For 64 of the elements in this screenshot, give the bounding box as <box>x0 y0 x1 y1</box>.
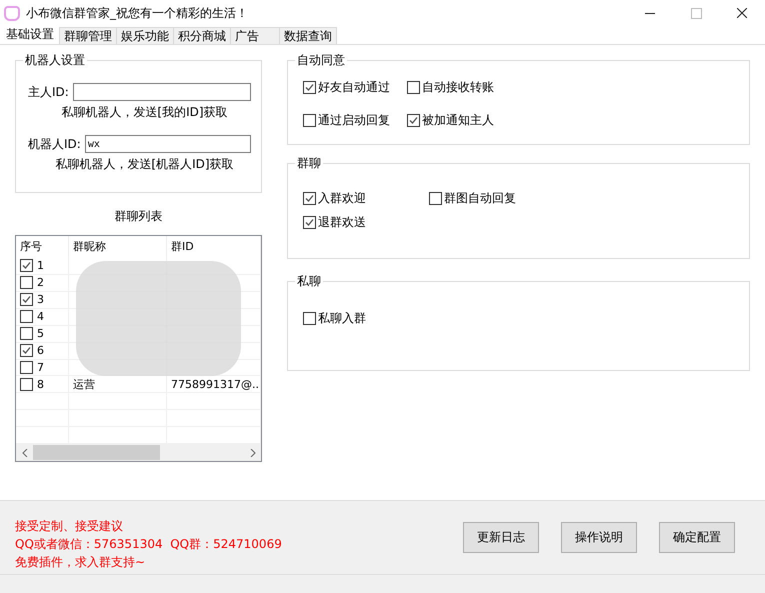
table-cell: 1 <box>37 258 44 274</box>
checkbox[interactable] <box>20 378 33 391</box>
scroll-thumb[interactable] <box>33 445 160 460</box>
checkbox-label[interactable]: 入群欢迎 <box>318 190 366 206</box>
table-cell: 8 <box>37 376 44 392</box>
checkbox-label[interactable]: 通过启动回复 <box>318 112 390 128</box>
checkbox-label[interactable]: 好友自动通过 <box>318 78 390 96</box>
hint-text: 私聊机器人，发送[机器人ID]获取 <box>54 156 235 173</box>
close-icon[interactable] <box>737 8 747 18</box>
table-cell: 4 <box>37 309 44 324</box>
list-title: 群聊列表 <box>114 208 164 225</box>
checkbox[interactable] <box>303 114 316 126</box>
checkbox-label[interactable]: 群图自动回复 <box>444 190 516 206</box>
table-cell: 5 <box>37 326 44 342</box>
column-header[interactable]: 群ID <box>167 236 261 258</box>
notice-text: 免费插件，求入群支持~ <box>15 554 146 570</box>
checkbox[interactable] <box>407 114 420 126</box>
tab[interactable]: 广告 <box>230 27 280 44</box>
group-title: 群聊 <box>295 155 323 172</box>
field-label: 主人ID: <box>28 84 69 100</box>
checkbox[interactable] <box>303 192 316 204</box>
checkbox[interactable] <box>20 310 33 324</box>
checkbox[interactable] <box>303 312 316 324</box>
button[interactable]: 操作说明 <box>561 522 637 553</box>
checkbox[interactable] <box>303 80 316 94</box>
checkbox[interactable] <box>20 276 33 290</box>
checkbox[interactable] <box>407 80 420 94</box>
table-cell: 7 <box>37 360 44 375</box>
checkbox[interactable] <box>303 216 316 228</box>
table-cell: 运营 <box>73 376 95 392</box>
checkbox[interactable] <box>20 344 33 358</box>
group-title: 机器人设置 <box>23 52 87 69</box>
checkbox-label[interactable]: 自动接收转账 <box>422 78 494 96</box>
group-title: 私聊 <box>295 273 323 290</box>
tab[interactable]: 群聊管理 <box>59 27 117 44</box>
column-header[interactable]: 序号 <box>16 236 69 258</box>
table-cell: 3 <box>37 292 44 308</box>
notice-text: 接受定制、接受建议 <box>15 518 124 534</box>
app-icon <box>4 6 20 20</box>
checkbox[interactable] <box>20 360 33 374</box>
button[interactable]: 更新日志 <box>463 522 539 553</box>
table-cell: 2 <box>37 275 44 290</box>
horizontal-scrollbar[interactable] <box>16 444 261 462</box>
input-field[interactable]: wx <box>84 135 251 153</box>
input-field[interactable] <box>72 83 251 101</box>
table-cell: 6 <box>37 343 44 358</box>
tab[interactable]: 娱乐功能 <box>116 27 174 44</box>
checkbox-label[interactable]: 退群欢送 <box>318 214 366 230</box>
table-cell: 7758991317@... <box>171 376 260 392</box>
column-header[interactable]: 群昵称 <box>69 236 167 258</box>
field-label: 机器人ID: <box>28 136 81 152</box>
hint-text: 私聊机器人，发送[我的ID]获取 <box>60 104 229 121</box>
group-title: 自动同意 <box>295 52 347 69</box>
tab[interactable]: 积分商城 <box>173 27 231 44</box>
checkbox[interactable] <box>20 327 33 340</box>
window-title: 小布微信群管家_祝您有一个精彩的生活！ <box>26 4 248 22</box>
notice-text: QQ或者微信：576351304 QQ群：524710069 <box>15 536 282 552</box>
checkbox[interactable] <box>20 293 33 306</box>
checkbox-label[interactable]: 私聊入群 <box>318 310 366 326</box>
checkbox[interactable] <box>20 259 33 272</box>
button[interactable]: 确定配置 <box>659 522 735 553</box>
checkbox[interactable] <box>429 192 442 204</box>
checkbox-label[interactable]: 被加通知主人 <box>422 112 494 128</box>
tab[interactable]: 数据查询 <box>279 27 337 44</box>
